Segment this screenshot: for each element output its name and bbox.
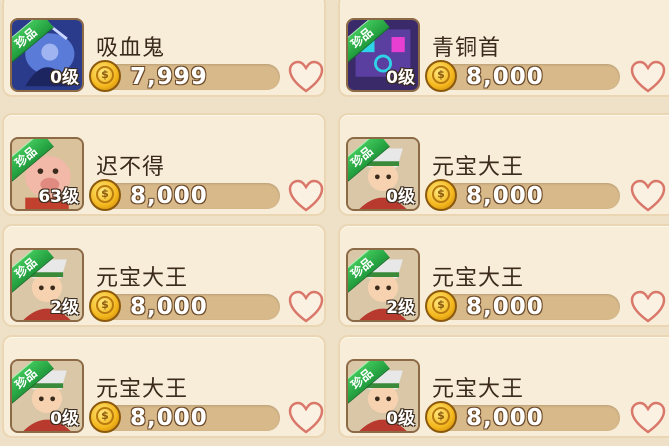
heart-outline-icon[interactable] bbox=[288, 179, 324, 213]
character-portrait: 珍品 2级 bbox=[10, 248, 84, 322]
character-portrait: 珍品 0级 bbox=[346, 137, 420, 211]
character-portrait: 珍品 63级 bbox=[10, 137, 84, 211]
heart-outline-icon[interactable] bbox=[288, 60, 324, 94]
level-label: 0级 bbox=[50, 409, 79, 429]
item-name: 迟不得 bbox=[96, 155, 166, 180]
price-bar: $ 8,000 bbox=[425, 401, 620, 433]
price-value: 8,000 bbox=[130, 294, 208, 320]
heart-outline-icon[interactable] bbox=[288, 290, 324, 324]
heart-outline-icon[interactable] bbox=[630, 179, 666, 213]
price-value: 8,000 bbox=[130, 405, 208, 431]
heart-outline-icon[interactable] bbox=[630, 60, 666, 94]
gold-coin-icon: $ bbox=[89, 401, 121, 433]
level-label: 63级 bbox=[38, 187, 79, 207]
price-bar: $ 8,000 bbox=[89, 179, 280, 211]
gold-coin-icon: $ bbox=[89, 290, 121, 322]
price-value: 8,000 bbox=[130, 183, 208, 209]
price-value: 8,000 bbox=[466, 405, 544, 431]
level-label: 0级 bbox=[386, 68, 415, 88]
price-bar: $ 8,000 bbox=[425, 60, 620, 92]
item-card[interactable]: 珍品 0级 青铜首 $ 8,000 bbox=[338, 0, 669, 97]
price-value: 8,000 bbox=[466, 183, 544, 209]
item-name: 元宝大王 bbox=[96, 377, 189, 402]
item-grid: 珍品 0级 吸血鬼 $ 7,999 珍品 0级 青铜首 $ 8,000 珍品 6… bbox=[0, 0, 669, 446]
gold-coin-icon: $ bbox=[425, 60, 457, 92]
item-card[interactable]: 珍品 0级 元宝大王 $ 8,000 bbox=[338, 335, 669, 438]
gold-coin-icon: $ bbox=[425, 290, 457, 322]
item-card[interactable]: 珍品 2级 元宝大王 $ 8,000 bbox=[2, 224, 326, 327]
item-name: 青铜首 bbox=[432, 36, 502, 61]
gold-coin-icon: $ bbox=[89, 179, 121, 211]
item-name: 元宝大王 bbox=[432, 155, 525, 180]
price-bar: $ 8,000 bbox=[89, 401, 280, 433]
item-name: 元宝大王 bbox=[96, 266, 189, 291]
item-card[interactable]: 珍品 63级 迟不得 $ 8,000 bbox=[2, 113, 326, 216]
item-name: 吸血鬼 bbox=[96, 36, 166, 61]
gold-coin-icon: $ bbox=[89, 60, 121, 92]
item-card[interactable]: 珍品 0级 元宝大王 $ 8,000 bbox=[338, 113, 669, 216]
item-name: 元宝大王 bbox=[432, 266, 525, 291]
heart-outline-icon[interactable] bbox=[630, 401, 666, 435]
character-portrait: 珍品 0级 bbox=[10, 18, 84, 92]
heart-outline-icon[interactable] bbox=[288, 401, 324, 435]
price-bar: $ 8,000 bbox=[425, 179, 620, 211]
level-label: 0级 bbox=[386, 187, 415, 207]
level-label: 2级 bbox=[386, 298, 415, 318]
level-label: 0级 bbox=[386, 409, 415, 429]
item-card[interactable]: 珍品 0级 吸血鬼 $ 7,999 bbox=[2, 0, 326, 97]
character-portrait: 珍品 0级 bbox=[10, 359, 84, 433]
price-bar: $ 7,999 bbox=[89, 60, 280, 92]
level-label: 2级 bbox=[50, 298, 79, 318]
price-value: 8,000 bbox=[466, 294, 544, 320]
gold-coin-icon: $ bbox=[425, 179, 457, 211]
character-portrait: 珍品 0级 bbox=[346, 359, 420, 433]
character-portrait: 珍品 0级 bbox=[346, 18, 420, 92]
price-value: 8,000 bbox=[466, 64, 544, 90]
item-card[interactable]: 珍品 0级 元宝大王 $ 8,000 bbox=[2, 335, 326, 438]
heart-outline-icon[interactable] bbox=[630, 290, 666, 324]
character-portrait: 珍品 2级 bbox=[346, 248, 420, 322]
price-bar: $ 8,000 bbox=[425, 290, 620, 322]
item-name: 元宝大王 bbox=[432, 377, 525, 402]
price-bar: $ 8,000 bbox=[89, 290, 280, 322]
gold-coin-icon: $ bbox=[425, 401, 457, 433]
level-label: 0级 bbox=[50, 68, 79, 88]
price-value: 7,999 bbox=[130, 64, 208, 90]
item-card[interactable]: 珍品 2级 元宝大王 $ 8,000 bbox=[338, 224, 669, 327]
